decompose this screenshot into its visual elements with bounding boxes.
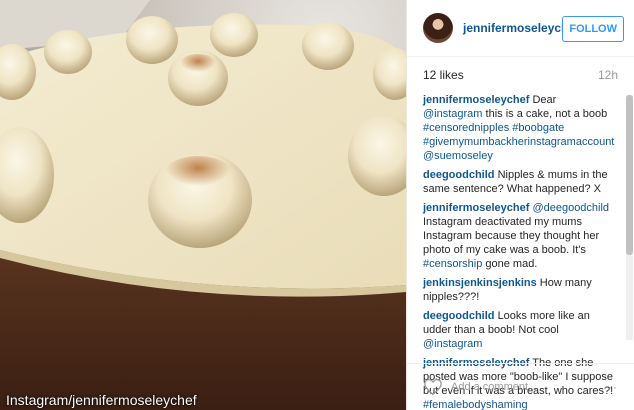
scrollbar-thumb[interactable] [626, 95, 633, 255]
comment-text: Dear [532, 94, 557, 106]
comment-item: jennifermoseleychef Dear @instagram this… [423, 93, 618, 163]
comment-link[interactable]: #censorednipples #boobgate #givemymumbac… [423, 122, 614, 162]
avatar[interactable] [423, 13, 453, 43]
comment-username[interactable]: deegoodchild [423, 169, 495, 181]
follow-button[interactable]: FOLLOW [562, 16, 624, 42]
comment-link[interactable]: @instagram [423, 108, 482, 120]
comment-text: this is a cake, not a boob [482, 108, 608, 120]
comment-footer: ··· [407, 363, 634, 410]
post-header: jennifermoseleychef FOLLOW [407, 0, 634, 57]
more-options-icon[interactable]: ··· [603, 380, 618, 394]
comment-item: jennifermoseleychef @deegoodchild Instag… [423, 201, 618, 271]
comment-text: Instagram deactivated my mums Instagram … [423, 216, 600, 256]
post-timestamp[interactable]: 12h [598, 68, 618, 82]
photo-watermark: Instagram/jennifermoseleychef [6, 392, 197, 408]
comment-text: gone mad. [482, 258, 538, 270]
post-meta: 12 likes 12h [407, 57, 634, 93]
comment-username[interactable]: jennifermoseleychef [423, 94, 529, 106]
likes-count[interactable]: 12 likes [423, 68, 464, 82]
comment-item: deegoodchild Looks more like an udder th… [423, 309, 618, 351]
comment-link[interactable]: @instagram [423, 338, 482, 350]
comment-link[interactable]: @deegoodchild [532, 202, 609, 214]
comment-item: jenkinsjenkinsjenkins How many nipples??… [423, 276, 618, 304]
heart-icon[interactable] [423, 378, 443, 396]
post-photo[interactable]: Instagram/jennifermoseleychef [0, 0, 406, 410]
comment-username[interactable]: deegoodchild [423, 310, 495, 322]
comments-scrollbar[interactable] [626, 95, 633, 340]
comment-username[interactable]: jenkinsjenkinsjenkins [423, 277, 537, 289]
comment-link[interactable]: #censorship [423, 258, 482, 270]
comment-username[interactable]: jennifermoseleychef [423, 202, 529, 214]
cake-image [0, 0, 406, 410]
post-sidebar: jennifermoseleychef FOLLOW 12 likes 12h … [406, 0, 634, 410]
add-comment-input[interactable] [451, 381, 601, 393]
comment-item: deegoodchild Nipples & mums in the same … [423, 168, 618, 196]
